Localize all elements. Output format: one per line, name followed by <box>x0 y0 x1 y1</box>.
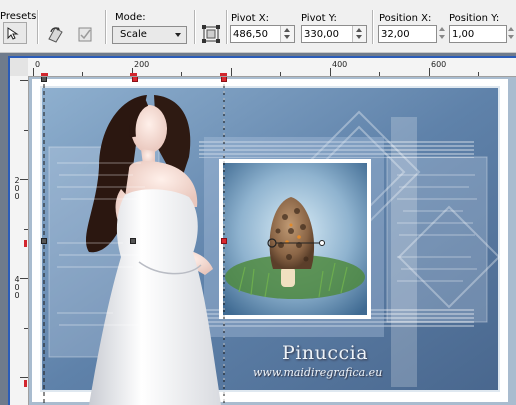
ruler-label: 4 0 0 <box>14 275 20 300</box>
horizontal-ruler: 0 200 400 600 <box>10 58 516 77</box>
script-lines <box>397 174 477 282</box>
ruler-label: 2 0 0 <box>14 176 20 201</box>
ruler-selection-marker <box>130 73 137 76</box>
pivot-y-spinner[interactable] <box>352 26 366 42</box>
transform-handle[interactable] <box>41 238 47 244</box>
apply-transform-icon <box>78 27 92 42</box>
spin-up-icon[interactable] <box>508 27 514 31</box>
ruler-selection-marker <box>220 73 227 76</box>
position-x-spinner[interactable] <box>437 25 447 43</box>
spin-down-icon[interactable] <box>284 35 290 39</box>
mode-select-value: Scale <box>120 29 147 40</box>
spin-down-icon[interactable] <box>356 35 362 39</box>
transform-handle[interactable] <box>221 77 227 82</box>
script-lines <box>57 162 145 326</box>
toolbar-divider <box>372 10 374 44</box>
spin-up-icon[interactable] <box>439 27 445 31</box>
pivot-x-input[interactable] <box>233 27 279 41</box>
presets-button[interactable] <box>3 22 31 60</box>
transform-handle[interactable] <box>221 238 227 244</box>
pointer-preset-icon <box>7 27 19 40</box>
spin-down-icon[interactable] <box>508 35 514 39</box>
apply-transform-button[interactable] <box>74 23 98 47</box>
position-y-input[interactable] <box>452 27 492 41</box>
toolbar-divider <box>37 10 39 44</box>
watermark-url: www.maidiregrafica.eu <box>253 366 383 379</box>
position-y-spinner[interactable] <box>506 25 516 43</box>
ruler-label: 600 <box>431 60 447 69</box>
transform-handle[interactable] <box>41 77 47 82</box>
transform-handle[interactable] <box>130 238 136 244</box>
ruler-label: 400 <box>332 60 348 69</box>
mode-select[interactable]: Scale <box>112 26 187 44</box>
image-canvas[interactable]: Pinuccia www.maidiregrafica.eu <box>29 77 516 405</box>
position-x-input[interactable] <box>381 27 421 41</box>
pivot-y-label: Pivot Y: <box>301 13 337 24</box>
pivot-x-label: Pivot X: <box>231 13 269 24</box>
reset-transform-button[interactable] <box>45 23 69 47</box>
toolbar-divider <box>105 10 107 44</box>
ruler-selection-marker <box>41 73 48 76</box>
vertical-ruler: 2 0 0 4 0 0 <box>10 76 29 405</box>
tool-options-bar: Presets: Mode: Scale Pivot X: 486,50 Piv… <box>0 0 516 60</box>
pivot-y-input[interactable] <box>304 27 350 41</box>
pivot-x-field[interactable] <box>230 25 295 43</box>
ruler-selection-marker <box>24 380 27 387</box>
pivot-options-button[interactable] <box>200 23 224 47</box>
chevron-down-icon <box>175 33 181 37</box>
position-y-field[interactable] <box>449 25 507 43</box>
spin-down-icon[interactable] <box>439 35 445 39</box>
ruler-label: 200 <box>134 60 150 69</box>
toolbar-divider <box>226 10 228 44</box>
pivot-options-icon <box>202 25 220 43</box>
position-x-label: Position X: <box>379 13 432 24</box>
decorative-script-text <box>53 153 153 353</box>
position-y-label: Position Y: <box>449 13 500 24</box>
ruler-selection-marker <box>24 240 27 247</box>
position-x-field[interactable] <box>378 25 437 43</box>
decorative-script-text <box>393 167 483 317</box>
watermark-title: Pinuccia <box>282 342 369 364</box>
pivot-y-field[interactable] <box>301 25 367 43</box>
transform-handle[interactable] <box>132 77 138 82</box>
ruler-corner <box>10 58 28 76</box>
spin-up-icon[interactable] <box>356 28 362 32</box>
spin-up-icon[interactable] <box>284 28 290 32</box>
mode-label: Mode: <box>115 12 146 23</box>
pivot-x-spinner[interactable] <box>280 26 294 42</box>
reset-transform-icon <box>48 27 63 43</box>
toolbar-divider <box>194 10 196 44</box>
presets-label: Presets: <box>0 11 40 22</box>
ruler-label: 0 <box>35 60 41 69</box>
